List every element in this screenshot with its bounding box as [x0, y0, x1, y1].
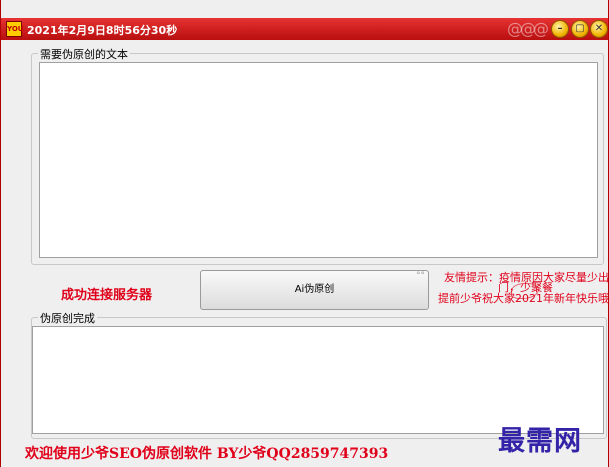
result-text-output[interactable]: [32, 326, 604, 434]
app-icon: YOU: [6, 21, 23, 37]
connection-status: 成功连接服务器: [61, 288, 153, 303]
titlebar-decoration-icon: @@@: [507, 19, 549, 38]
minimize-icon[interactable]: –: [552, 21, 568, 37]
app-window: YOU 2021年2月9日8时56分30秒 @@@ – ▢ ✕ 需要伪原创的文本…: [0, 0, 609, 467]
input-group-label: 需要伪原创的文本: [38, 46, 130, 62]
footer-credit: 欢迎使用少爷SEO伪原创软件 BY少爷QQ2859747393: [25, 446, 389, 462]
button-decoration-icon: °°: [416, 271, 425, 281]
output-group-label: 伪原创完成: [38, 310, 97, 326]
title-bar[interactable]: YOU 2021年2月9日8时56分30秒 @@@ – ▢ ✕: [1, 18, 608, 40]
close-icon[interactable]: ✕: [591, 21, 607, 37]
tip-line-3: 提前少爷祝大家2021年新年快乐哦！: [438, 292, 609, 305]
watermark-logo: 最需网: [498, 426, 582, 457]
window-title: 2021年2月9日8时56分30秒: [27, 24, 178, 37]
ai-rewrite-button-label: Ai伪原创: [294, 284, 335, 295]
input-groupbox: 需要伪原创的文本: [31, 46, 604, 265]
source-text-input[interactable]: [39, 62, 598, 258]
ai-rewrite-button[interactable]: Ai伪原创 °°: [200, 270, 429, 310]
maximize-icon[interactable]: ▢: [572, 21, 588, 37]
